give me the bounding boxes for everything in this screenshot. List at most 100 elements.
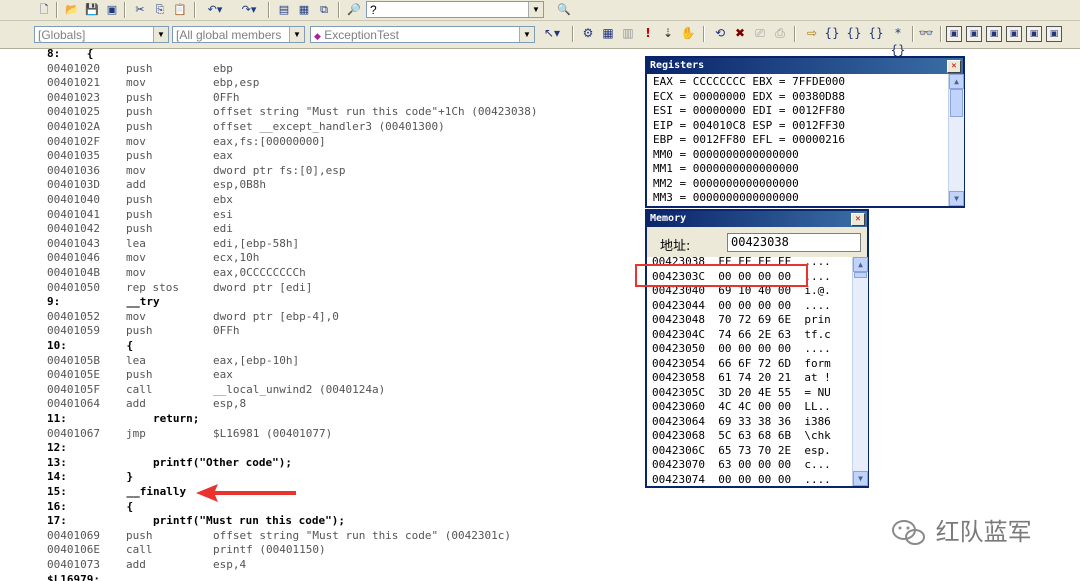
asm-line[interactable]: 0040102F mov eax,fs:[00000000]: [0, 135, 645, 150]
source-line[interactable]: 13: printf("Other code");: [0, 456, 645, 471]
close-icon[interactable]: ✕: [947, 60, 961, 73]
memory-window-icon[interactable]: ▣: [1006, 26, 1022, 42]
watch-window-icon[interactable]: ▣: [946, 26, 962, 42]
wizard-action-icon[interactable]: ↖▾: [540, 25, 564, 42]
asm-line[interactable]: 00401040 push ebx: [0, 193, 645, 208]
exclamation-icon[interactable]: !: [640, 25, 656, 42]
memory-scrollbar[interactable]: ▲ ▼: [852, 257, 868, 486]
asm-line[interactable]: 00401050 rep stos dword ptr [edi]: [0, 281, 645, 296]
variables-window-icon[interactable]: ▣: [966, 26, 982, 42]
scroll-up-icon[interactable]: ▲: [949, 74, 964, 89]
source-line[interactable]: 16: {: [0, 500, 645, 515]
save-all-icon[interactable]: ▣: [104, 2, 120, 17]
registers-scrollbar[interactable]: ▲ ▼: [948, 74, 964, 206]
build-icon[interactable]: ▦: [600, 25, 616, 42]
asm-line[interactable]: 00401036 mov dword ptr fs:[0],esp: [0, 164, 645, 179]
find-combo[interactable]: ? ▼: [366, 1, 544, 18]
asm-line[interactable]: 00401043 lea edi,[ebp-58h]: [0, 237, 645, 252]
asm-line[interactable]: 00401067 jmp $L16981 (00401077): [0, 427, 645, 442]
memory-row[interactable]: 00423048 70 72 69 6E prin: [652, 313, 831, 328]
run-to-cursor-icon[interactable]: *{}: [890, 25, 906, 57]
close-icon[interactable]: ✕: [851, 213, 865, 226]
registers-content[interactable]: EAX = CCCCCCCC EBX = 7FFDE000 ECX = 00000…: [647, 74, 948, 206]
address-input[interactable]: 00423038: [727, 233, 861, 252]
call-stack-window-icon[interactable]: ▣: [1026, 26, 1042, 42]
scrollbar-thumb[interactable]: [950, 89, 963, 117]
asm-line[interactable]: 0040104B mov eax,0CCCCCCCCh: [0, 266, 645, 281]
source-line[interactable]: 11: return;: [0, 412, 645, 427]
source-line[interactable]: 10: {: [0, 339, 645, 354]
apply-changes-icon[interactable]: ⎙: [772, 25, 788, 42]
asm-line[interactable]: 0040106E call printf (00401150): [0, 543, 645, 558]
save-icon[interactable]: 💾: [84, 2, 100, 17]
show-next-statement-icon[interactable]: ⇨: [804, 25, 820, 42]
memory-row[interactable]: 00423068 5C 63 68 6B \chk: [652, 429, 831, 444]
stop-build-icon[interactable]: ▥: [620, 25, 636, 42]
asm-line[interactable]: 00401052 mov dword ptr [ebp-4],0: [0, 310, 645, 325]
asm-line[interactable]: 0040105F call __local_unwind2 (0040124a): [0, 383, 645, 398]
memory-row[interactable]: 00423064 69 33 38 36 i386: [652, 415, 831, 430]
cut-icon[interactable]: ✂: [132, 2, 148, 17]
members-combo[interactable]: [All global members ▼: [172, 26, 305, 43]
scrollbar-thumb[interactable]: [854, 272, 867, 278]
memory-window[interactable]: Memory ✕ 地址: 00423038 00423038 FF FF FF …: [645, 209, 869, 488]
step-out-icon[interactable]: {}: [868, 25, 884, 42]
source-line[interactable]: 14: }: [0, 470, 645, 485]
asm-line[interactable]: 0040105B lea eax,[ebp-10h]: [0, 354, 645, 369]
asm-line[interactable]: 00401064 add esp,8: [0, 397, 645, 412]
scroll-down-icon[interactable]: ▼: [853, 471, 868, 486]
compile-icon[interactable]: ⚙: [580, 25, 596, 42]
asm-line[interactable]: 00401035 push eax: [0, 149, 645, 164]
go-icon[interactable]: ⇣: [660, 25, 676, 42]
asm-line[interactable]: 00401069 push offset string "Must run this…: [0, 529, 645, 544]
find-icon[interactable]: 🔍: [556, 2, 572, 17]
quickwatch-icon[interactable]: 👓: [918, 25, 934, 42]
hand-icon[interactable]: ✋: [680, 25, 696, 42]
chevron-down-icon[interactable]: ▼: [519, 27, 534, 42]
chevron-down-icon[interactable]: ▼: [528, 2, 543, 17]
memory-content[interactable]: 00423038 FF FF FF FF .... 0042303C 00 00 …: [647, 257, 852, 486]
paste-icon[interactable]: 📋: [172, 2, 188, 17]
chevron-down-icon[interactable]: ▼: [289, 27, 304, 42]
asm-line[interactable]: 00401042 push edi: [0, 222, 645, 237]
registers-window[interactable]: Registers ✕ EAX = CCCCCCCC EBX = 7FFDE00…: [645, 56, 965, 208]
function-combo[interactable]: ◆ ExceptionTest ▼: [310, 26, 535, 43]
asm-line[interactable]: 00401021 mov ebp,esp: [0, 76, 645, 91]
memory-row[interactable]: 00423054 66 6F 72 6D form: [652, 357, 831, 372]
memory-row[interactable]: 00423044 00 00 00 00 ....: [652, 299, 831, 314]
open-folder-icon[interactable]: 📂: [64, 2, 80, 17]
memory-row[interactable]: 00423058 61 74 20 21 at !: [652, 371, 831, 386]
asm-line[interactable]: 00401020 push ebp: [0, 62, 645, 77]
window-list-icon[interactable]: ⧉: [316, 2, 332, 17]
workspace-icon[interactable]: ▤: [276, 2, 292, 17]
asm-line[interactable]: 0040103D add esp,0B8h: [0, 178, 645, 193]
scroll-up-icon[interactable]: ▲: [853, 257, 868, 272]
asm-line[interactable]: 0040102A push offset __except_handler3 (00…: [0, 120, 645, 135]
asm-line[interactable]: 00401046 mov ecx,10h: [0, 251, 645, 266]
asm-line[interactable]: 00401059 push 0FFh: [0, 324, 645, 339]
disassembly-window-icon[interactable]: ▣: [1046, 26, 1062, 42]
new-file-icon[interactable]: 🗋: [36, 2, 52, 17]
copy-icon[interactable]: ⎘: [152, 2, 168, 17]
disassembly-view[interactable]: 8: {00401020 push ebp 00401021 mov ebp,esp 004…: [0, 49, 645, 581]
source-line[interactable]: 12:: [0, 441, 645, 456]
scroll-down-icon[interactable]: ▼: [949, 191, 964, 206]
restart-icon[interactable]: ⟲: [712, 25, 728, 42]
registers-window-icon[interactable]: ▣: [986, 26, 1002, 42]
source-line[interactable]: 8: {: [0, 49, 645, 62]
scope-combo[interactable]: [Globals] ▼: [34, 26, 169, 43]
asm-line[interactable]: 00401025 push offset string "Must run this…: [0, 105, 645, 120]
source-line[interactable]: 17: printf("Must run this code");: [0, 514, 645, 529]
memory-row[interactable]: 0042306C 65 73 70 2E esp.: [652, 444, 831, 459]
asm-line[interactable]: 00401041 push esi: [0, 208, 645, 223]
asm-line[interactable]: 00401023 push 0FFh: [0, 91, 645, 106]
chevron-down-icon[interactable]: ▼: [153, 27, 168, 42]
undo-icon[interactable]: ↶▾: [202, 2, 228, 17]
source-line[interactable]: $L16979:: [0, 573, 645, 581]
memory-row[interactable]: 0042304C 74 66 2E 63 tf.c: [652, 328, 831, 343]
memory-row[interactable]: 00423050 00 00 00 00 ....: [652, 342, 831, 357]
memory-titlebar[interactable]: Memory ✕: [647, 211, 867, 227]
asm-line[interactable]: 00401073 add esp,4: [0, 558, 645, 573]
source-line[interactable]: 9: __try: [0, 295, 645, 310]
memory-row[interactable]: 00423074 00 00 00 00 ....: [652, 473, 831, 487]
